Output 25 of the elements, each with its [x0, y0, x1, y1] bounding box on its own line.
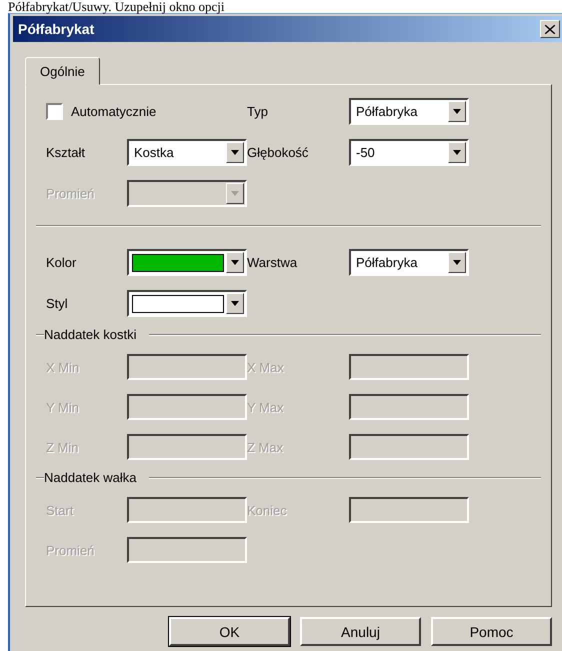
- checkbox-label: Automatycznie: [71, 104, 156, 119]
- window-title: Półfabrykat: [18, 21, 94, 37]
- close-button[interactable]: [540, 20, 560, 38]
- dropdown[interactable]: Półfabryka: [349, 249, 469, 276]
- group-title: Naddatek kostki: [44, 327, 136, 342]
- close-icon: [545, 24, 555, 34]
- color-dropdown[interactable]: [127, 290, 247, 317]
- dialog-button[interactable]: Pomoc: [431, 617, 552, 646]
- dropdown[interactable]: Kostka: [127, 139, 247, 166]
- group-title: Naddatek wałka: [44, 470, 136, 485]
- dropdown[interactable]: [127, 180, 247, 207]
- document-text: Półfabrykat/Usuwy. Uzupełnij okno opcji: [7, 0, 226, 13]
- dialog-button[interactable]: OK: [169, 617, 290, 646]
- tab[interactable]: Ogólnie: [25, 57, 100, 85]
- field-label: Głębokość: [247, 145, 310, 160]
- dropdown[interactable]: -50: [349, 139, 469, 166]
- field-label: Typ: [247, 104, 269, 119]
- field-label: Warstwa: [247, 255, 298, 270]
- field-label: Kształt: [46, 145, 86, 160]
- color-dropdown[interactable]: [127, 249, 247, 276]
- dialog-button[interactable]: Anuluj: [300, 617, 421, 646]
- field-label: Styl: [46, 296, 69, 311]
- field-label: Kolor: [46, 255, 78, 270]
- checkbox[interactable]: [46, 103, 63, 120]
- dropdown[interactable]: Półfabryka: [349, 98, 469, 125]
